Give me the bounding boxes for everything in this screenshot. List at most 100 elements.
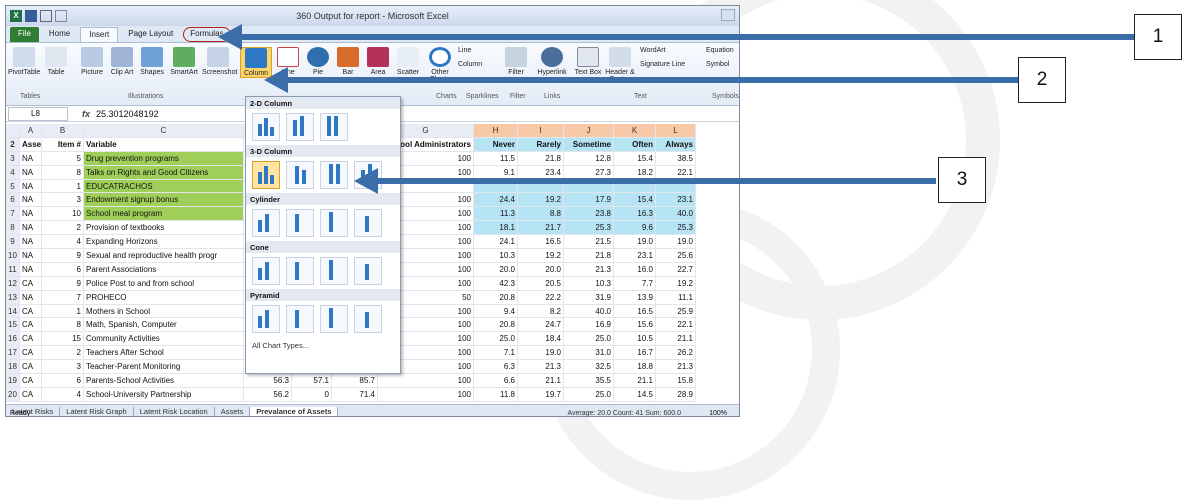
cell[interactable]: 24.4 bbox=[474, 193, 518, 208]
cell[interactable]: NA bbox=[20, 290, 42, 305]
tab-home[interactable]: Home bbox=[41, 27, 78, 42]
cell[interactable]: CA bbox=[20, 346, 42, 361]
cell[interactable]: 56.3 bbox=[244, 374, 292, 388]
cell[interactable]: 35.5 bbox=[564, 374, 614, 388]
cell[interactable]: 16.7 bbox=[614, 346, 656, 361]
cell[interactable]: 11.5 bbox=[474, 151, 518, 166]
cell[interactable]: 25.0 bbox=[474, 332, 518, 347]
row-header[interactable]: 12 bbox=[6, 276, 20, 291]
formula-input[interactable]: 25.3012048192 bbox=[96, 109, 159, 119]
3d-100-stacked-column-icon[interactable] bbox=[320, 161, 348, 189]
row-header[interactable]: 5 bbox=[6, 179, 20, 194]
row-header[interactable]: 6 bbox=[6, 193, 20, 208]
cell[interactable]: 22.1 bbox=[656, 318, 696, 333]
cell[interactable]: 25.6 bbox=[656, 249, 696, 263]
row-header[interactable]: 14 bbox=[6, 304, 20, 319]
cell[interactable]: 100 bbox=[378, 387, 474, 402]
cell[interactable]: Sexual and reproductive health progr bbox=[84, 249, 244, 263]
cell[interactable]: 16.3 bbox=[614, 207, 656, 222]
cell[interactable]: 9 bbox=[42, 249, 84, 263]
cell[interactable]: EDUCATRACHOS bbox=[84, 179, 244, 194]
cylinder-100-stacked-icon[interactable] bbox=[320, 209, 348, 237]
cell[interactable]: Asset bbox=[20, 137, 42, 152]
cell[interactable]: 4 bbox=[42, 235, 84, 250]
column-header[interactable]: K bbox=[614, 124, 656, 138]
3d-stacked-column-icon[interactable] bbox=[286, 161, 314, 189]
tab-insert[interactable]: Insert bbox=[80, 27, 119, 42]
cell[interactable]: NA bbox=[20, 179, 42, 194]
equation-button[interactable]: Equation bbox=[706, 47, 739, 54]
cell[interactable]: 4 bbox=[42, 387, 84, 402]
row-header[interactable]: 15 bbox=[6, 318, 20, 333]
cell[interactable]: 31.0 bbox=[564, 346, 614, 361]
cell[interactable]: 28.9 bbox=[656, 387, 696, 402]
cell[interactable]: 20.0 bbox=[474, 262, 518, 277]
cell[interactable]: CA bbox=[20, 387, 42, 402]
cell[interactable]: 20.8 bbox=[474, 290, 518, 305]
cell[interactable]: 5 bbox=[42, 151, 84, 166]
cell[interactable]: 21.1 bbox=[656, 332, 696, 347]
cell[interactable]: Parents-School Activities bbox=[84, 374, 244, 388]
cell[interactable]: PROHECO bbox=[84, 290, 244, 305]
cell[interactable]: 21.7 bbox=[518, 221, 564, 236]
cell[interactable]: NA bbox=[20, 262, 42, 277]
3d-clustered-column-icon[interactable] bbox=[252, 161, 280, 189]
cell[interactable]: 6 bbox=[42, 262, 84, 277]
signature-line-button[interactable]: Signature Line bbox=[640, 61, 700, 68]
cell[interactable]: 14.5 bbox=[614, 387, 656, 402]
cell[interactable]: 20.8 bbox=[474, 318, 518, 333]
cell[interactable]: 21.8 bbox=[518, 151, 564, 166]
cone-stacked-icon[interactable] bbox=[286, 257, 314, 285]
cell[interactable]: 22.7 bbox=[656, 262, 696, 277]
cell[interactable]: NA bbox=[20, 165, 42, 180]
cell[interactable]: 22.2 bbox=[518, 290, 564, 305]
cell[interactable]: 17.9 bbox=[564, 193, 614, 208]
row-header[interactable]: 8 bbox=[6, 221, 20, 236]
cell[interactable]: 6.6 bbox=[474, 374, 518, 388]
row-header[interactable]: 17 bbox=[6, 346, 20, 361]
pyramid-100-stacked-icon[interactable] bbox=[320, 305, 348, 333]
stacked-column-icon[interactable] bbox=[286, 113, 314, 141]
cell[interactable]: Drug prevention programs bbox=[84, 151, 244, 166]
cell[interactable]: 19.0 bbox=[656, 235, 696, 250]
screenshot-button[interactable]: Screenshot bbox=[202, 47, 237, 76]
cell[interactable]: CA bbox=[20, 276, 42, 291]
cell[interactable]: 24.1 bbox=[474, 235, 518, 250]
redo-icon[interactable] bbox=[55, 10, 67, 22]
row-header[interactable]: 3 bbox=[6, 151, 20, 166]
column-header[interactable]: L bbox=[656, 124, 696, 138]
cell[interactable]: 19.2 bbox=[656, 276, 696, 291]
cell[interactable]: 10.5 bbox=[614, 332, 656, 347]
sparkline-line-button[interactable]: Line bbox=[458, 47, 502, 54]
pivottable-button[interactable]: PivotTable bbox=[8, 47, 40, 76]
cell[interactable]: 16.0 bbox=[614, 262, 656, 277]
cell[interactable]: NA bbox=[20, 151, 42, 166]
row-header[interactable]: 11 bbox=[6, 262, 20, 277]
column-header[interactable]: A bbox=[20, 124, 42, 138]
cell[interactable]: Item # bbox=[42, 137, 84, 152]
cell[interactable]: Teacher-Parent Monitoring bbox=[84, 360, 244, 375]
cell[interactable]: 25.3 bbox=[656, 221, 696, 236]
cell[interactable]: 6.3 bbox=[474, 360, 518, 375]
cell[interactable]: 19.2 bbox=[518, 249, 564, 263]
cell[interactable]: 38.5 bbox=[656, 151, 696, 166]
row-header[interactable]: 9 bbox=[6, 235, 20, 250]
cell[interactable]: 19.2 bbox=[518, 193, 564, 208]
all-chart-types-link[interactable]: All Chart Types... bbox=[246, 337, 400, 354]
cell[interactable]: 18.8 bbox=[614, 360, 656, 375]
save-icon[interactable] bbox=[25, 10, 37, 22]
cell[interactable]: 15 bbox=[42, 332, 84, 347]
100-stacked-column-icon[interactable] bbox=[320, 113, 348, 141]
cell[interactable]: NA bbox=[20, 207, 42, 222]
undo-icon[interactable] bbox=[40, 10, 52, 22]
smartart-button[interactable]: SmartArt bbox=[168, 47, 200, 76]
cell[interactable]: 11.3 bbox=[474, 207, 518, 222]
cell[interactable]: 11.1 bbox=[656, 290, 696, 305]
cell[interactable]: Endowment signup bonus bbox=[84, 193, 244, 208]
cell[interactable]: School-University Partnership bbox=[84, 387, 244, 402]
cell[interactable]: Often bbox=[614, 137, 656, 152]
cell[interactable]: CA bbox=[20, 332, 42, 347]
cell[interactable]: Talks on Rights and Good Citizens bbox=[84, 165, 244, 180]
cylinder-clustered-icon[interactable] bbox=[252, 209, 280, 237]
cell[interactable]: 23.1 bbox=[614, 249, 656, 263]
